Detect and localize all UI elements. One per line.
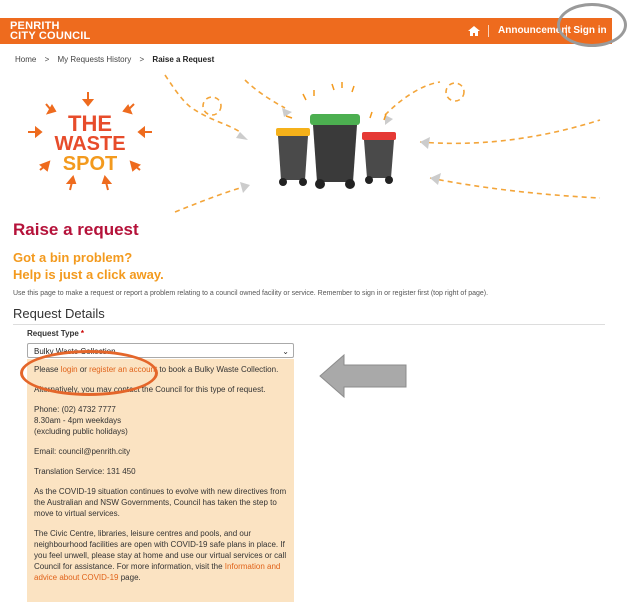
section-divider <box>13 324 605 325</box>
chevron-down-icon: ⌄ <box>282 347 289 356</box>
council-logo[interactable]: PENRITH CITY COUNCIL <box>10 21 91 42</box>
waste-spot-banner: THE WASTE SPOT <box>28 74 601 213</box>
nav-divider <box>488 25 489 37</box>
breadcrumb-my-requests[interactable]: My Requests History <box>57 55 131 64</box>
info-panel: Please login or register an account to b… <box>27 359 294 602</box>
green-lid-bin <box>310 114 360 189</box>
tagline-line-2: Help is just a click away. <box>13 267 164 282</box>
phone-details: Phone: (02) 4732 7777 8.30am - 4pm weekd… <box>34 404 287 437</box>
logo-line-2: CITY COUNCIL <box>10 30 91 42</box>
page-title: Raise a request <box>13 220 139 239</box>
breadcrumb-home[interactable]: Home <box>15 55 36 64</box>
login-prompt-suffix: to book a Bulky Waste Collection. <box>157 365 279 374</box>
request-type-label: Request Type * <box>27 329 84 338</box>
red-lid-bin <box>362 132 396 184</box>
phone-hours: 8.30am - 4pm weekdays <box>34 416 122 425</box>
translation-service: Translation Service: 131 450 <box>34 467 136 476</box>
banner-logo-line-2: WASTE <box>54 133 125 155</box>
breadcrumb-current: Raise a Request <box>152 55 215 64</box>
intro-text: Use this page to make a request or repor… <box>13 290 489 297</box>
yellow-lid-bin <box>276 128 310 186</box>
breadcrumb-separator: > <box>139 55 145 64</box>
phone-holidays: (excluding public holidays) <box>34 427 128 436</box>
sign-in-highlight-circle <box>557 3 627 47</box>
section-title: Request Details <box>13 306 105 321</box>
covid-notice-2-suffix: page. <box>118 573 141 582</box>
waste-spot-logo: THE WASTE SPOT <box>28 92 152 191</box>
tagline: Got a bin problem? Help is just a click … <box>13 249 164 283</box>
tagline-line-1: Got a bin problem? <box>13 250 133 265</box>
required-marker: * <box>80 329 84 338</box>
email-contact: Email: council@penrith.city <box>34 447 131 456</box>
breadcrumb-separator: > <box>44 55 50 64</box>
breadcrumb: Home > My Requests History > Raise a Req… <box>15 55 214 64</box>
covid-notice-2: The Civic Centre, libraries, leisure cen… <box>34 528 287 583</box>
covid-notice-1: As the COVID-19 situation continues to e… <box>34 487 287 518</box>
top-navbar: PENRITH CITY COUNCIL Announcement Sign i… <box>0 18 612 44</box>
phone-number: Phone: (02) 4732 7777 <box>34 405 116 414</box>
home-icon[interactable] <box>467 24 481 38</box>
login-highlight-oval <box>20 350 158 396</box>
banner-logo-line-3: SPOT <box>63 153 117 175</box>
pointer-arrow-icon <box>319 353 407 399</box>
request-type-label-text: Request Type <box>27 329 79 338</box>
